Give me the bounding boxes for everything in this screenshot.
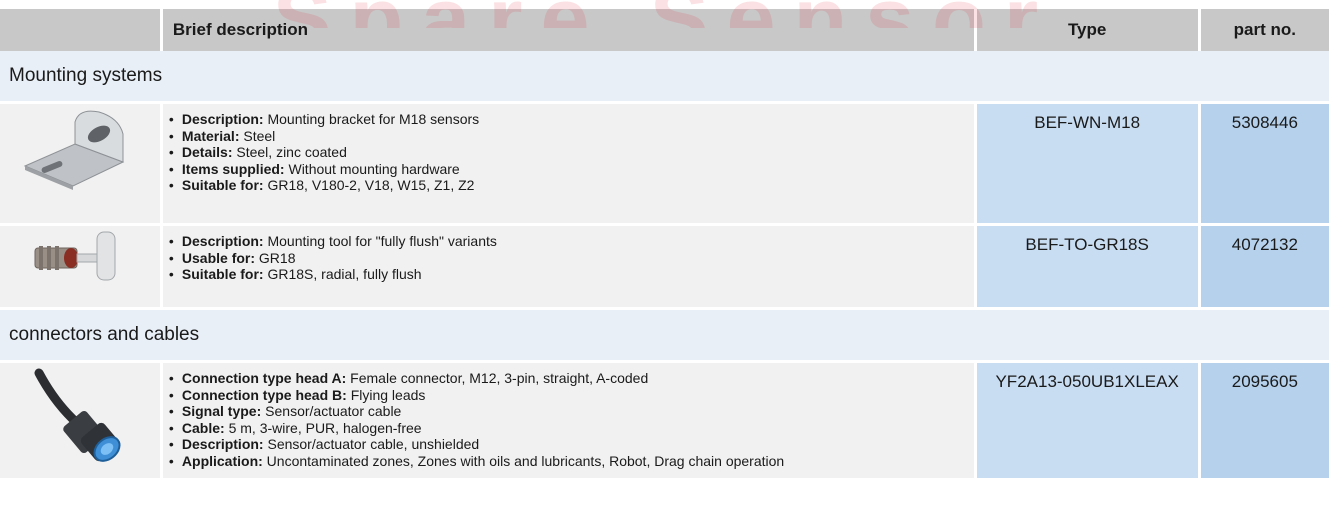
description-cell: Description: Mounting bracket for M18 se… bbox=[162, 104, 974, 226]
item-text: Female connector, M12, 3-pin, straight, … bbox=[346, 370, 649, 386]
part-column-header: part no. bbox=[1200, 0, 1329, 51]
item-label: Connection type head B: bbox=[181, 386, 347, 403]
table-row: Description: Mounting tool for "fully fl… bbox=[0, 226, 1329, 310]
list-item: Cable: 5 m, 3-wire, PUR, halogen-free bbox=[169, 420, 964, 437]
item-text: Without mounting hardware bbox=[284, 160, 460, 177]
item-text: GR18 bbox=[255, 249, 296, 266]
item-text: GR18, V180-2, V18, W15, Z1, Z2 bbox=[263, 177, 475, 193]
list-item: Suitable for: GR18, V180-2, V18, W15, Z1… bbox=[169, 177, 964, 194]
item-label: Description: bbox=[181, 111, 264, 127]
item-label: Suitable for: bbox=[181, 266, 264, 282]
product-image-cell bbox=[0, 363, 160, 481]
list-item: Items supplied: Without mounting hardwar… bbox=[169, 161, 964, 178]
item-label: Application: bbox=[181, 452, 263, 469]
item-label: Usable for: bbox=[181, 249, 256, 266]
item-text: Sensor/actuator cable bbox=[261, 403, 402, 419]
description-cell: Description: Mounting tool for "fully fl… bbox=[162, 226, 974, 310]
product-image-cell bbox=[0, 104, 160, 226]
product-image-cell bbox=[0, 226, 160, 310]
accessories-table: Brief description Type part no. Mounting… bbox=[0, 0, 1329, 481]
section-title: connectors and cables bbox=[0, 310, 1329, 363]
item-label: Material: bbox=[181, 127, 240, 144]
list-item: Description: Mounting bracket for M18 se… bbox=[169, 111, 964, 128]
type-cell: BEF-TO-GR18S bbox=[976, 226, 1198, 310]
description-column-header: Brief description bbox=[162, 0, 974, 51]
description-list: Connection type head A: Female connector… bbox=[169, 370, 964, 469]
list-item: Signal type: Sensor/actuator cable bbox=[169, 403, 964, 420]
description-list: Description: Mounting bracket for M18 se… bbox=[169, 111, 964, 194]
item-label: Suitable for: bbox=[181, 177, 264, 193]
list-item: Suitable for: GR18S, radial, fully flush bbox=[169, 266, 964, 283]
list-item: Usable for: GR18 bbox=[169, 250, 964, 267]
part-number-cell: 5308446 bbox=[1200, 104, 1329, 226]
item-label: Connection type head A: bbox=[181, 370, 347, 386]
item-text: Flying leads bbox=[346, 386, 426, 403]
description-list: Description: Mounting tool for "fully fl… bbox=[169, 233, 964, 283]
section-row-connectors-and-cables: connectors and cables bbox=[0, 310, 1329, 363]
list-item: Connection type head A: Female connector… bbox=[169, 370, 964, 387]
list-item: Description: Sensor/actuator cable, unsh… bbox=[169, 436, 964, 453]
section-title: Mounting systems bbox=[0, 51, 1329, 104]
part-number-cell: 2095605 bbox=[1200, 363, 1329, 481]
item-label: Details: bbox=[181, 144, 233, 160]
mounting-tool-icon bbox=[34, 231, 116, 281]
list-item: Description: Mounting tool for "fully fl… bbox=[169, 233, 964, 250]
list-item: Details: Steel, zinc coated bbox=[169, 144, 964, 161]
item-text: Uncontaminated zones, Zones with oils an… bbox=[262, 452, 785, 469]
item-text: Mounting bracket for M18 sensors bbox=[263, 111, 480, 127]
item-label: Description: bbox=[181, 233, 264, 249]
item-text: Steel bbox=[239, 127, 276, 144]
cable-connector-icon bbox=[34, 368, 121, 462]
item-text: Steel, zinc coated bbox=[232, 144, 347, 160]
item-text: Sensor/actuator cable, unshielded bbox=[263, 436, 480, 452]
table-row: Description: Mounting bracket for M18 se… bbox=[0, 104, 1329, 226]
list-item: Application: Uncontaminated zones, Zones… bbox=[169, 453, 964, 470]
item-label: Items supplied: bbox=[181, 160, 285, 177]
image-column-header bbox=[0, 0, 160, 51]
list-item: Connection type head B: Flying leads bbox=[169, 387, 964, 404]
item-text: 5 m, 3-wire, PUR, halogen-free bbox=[224, 419, 422, 436]
mounting-bracket-icon bbox=[23, 110, 125, 190]
part-number-cell: 4072132 bbox=[1200, 226, 1329, 310]
table-header: Brief description Type part no. bbox=[0, 0, 1329, 51]
item-label: Description: bbox=[181, 436, 264, 452]
description-cell: Connection type head A: Female connector… bbox=[162, 363, 974, 481]
item-text: GR18S, radial, fully flush bbox=[263, 266, 422, 282]
item-label: Signal type: bbox=[181, 403, 262, 419]
section-row-mounting-systems: Mounting systems bbox=[0, 51, 1329, 104]
item-text: Mounting tool for "fully flush" variants bbox=[263, 233, 497, 249]
item-label: Cable: bbox=[181, 419, 225, 436]
type-cell: BEF-WN-M18 bbox=[976, 104, 1198, 226]
type-cell: YF2A13-050UB1XLEAX bbox=[976, 363, 1198, 481]
table-row: Connection type head A: Female connector… bbox=[0, 363, 1329, 481]
list-item: Material: Steel bbox=[169, 128, 964, 145]
type-column-header: Type bbox=[976, 0, 1198, 51]
